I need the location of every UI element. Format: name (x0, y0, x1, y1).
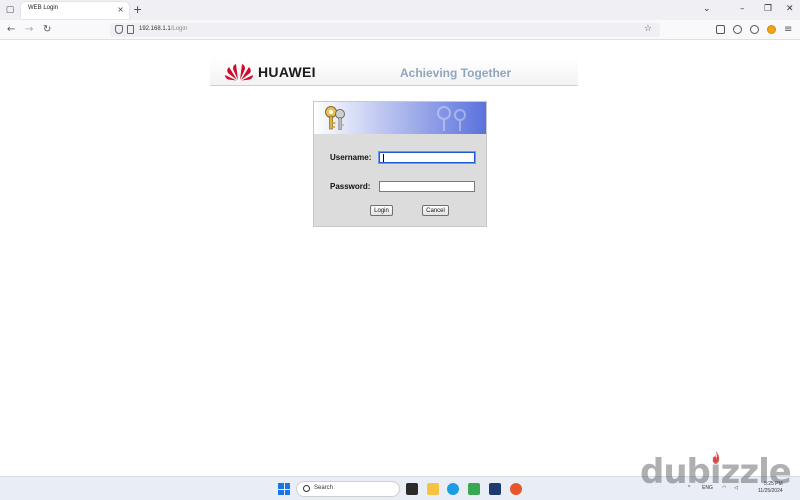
huawei-logo-icon (225, 64, 253, 81)
url-text[interactable]: 192.168.1.1/Login (139, 26, 187, 32)
task-view-icon[interactable] (406, 483, 418, 495)
app-icon[interactable] (489, 483, 501, 495)
shield-icon[interactable] (115, 25, 123, 34)
brand-tagline: Achieving Together (400, 66, 512, 80)
close-window-button[interactable]: ✕ (786, 3, 794, 15)
login-header (314, 102, 486, 134)
login-button[interactable]: Login (370, 205, 393, 216)
username-label: Username: (330, 153, 372, 162)
forward-icon[interactable]: → (25, 24, 33, 36)
menu-icon[interactable]: ≡ (784, 24, 792, 36)
tab-title: WEB Login (28, 5, 59, 11)
back-icon[interactable]: ← (7, 24, 15, 36)
file-explorer-icon[interactable] (427, 483, 439, 495)
brand-name: HUAWEI (258, 64, 316, 80)
text-caret (383, 154, 384, 162)
password-label: Password: (330, 182, 371, 191)
start-icon[interactable] (278, 483, 290, 495)
screen: ▢ WEB Login × + ⌄ – ❐ ✕ ← → ↻ 192.168.1.… (0, 0, 800, 500)
huawei-banner: HUAWEI Achieving Together (210, 58, 578, 86)
username-input[interactable] (379, 152, 475, 163)
new-tab-button[interactable]: + (133, 3, 142, 17)
password-input[interactable] (379, 181, 475, 192)
login-form: Username: Password: Login Cancel (313, 101, 487, 227)
page-info-icon[interactable] (127, 25, 134, 34)
minimize-button[interactable]: – (740, 3, 745, 15)
reload-icon[interactable]: ↻ (43, 24, 51, 36)
maximize-button[interactable]: ❐ (764, 3, 772, 15)
tab-overflow-icon[interactable]: ⌄ (703, 3, 711, 15)
firefox-icon[interactable] (510, 483, 522, 495)
keys-icon (325, 106, 345, 130)
browser-nav-bar: ← → ↻ 192.168.1.1/Login ☆ ≡ (0, 20, 800, 40)
pocket-icon[interactable] (716, 25, 725, 34)
account-icon[interactable] (733, 25, 742, 34)
keys-watermark-icon (437, 106, 466, 131)
extension-icon[interactable] (767, 25, 776, 34)
address-bar[interactable]: 192.168.1.1/Login ☆ (110, 23, 660, 37)
close-tab-icon[interactable]: × (117, 5, 124, 15)
browser-tab-bar: ▢ WEB Login × + ⌄ – ❐ ✕ (0, 0, 800, 20)
edge-icon[interactable] (447, 483, 459, 495)
tab-list-icon[interactable]: ▢ (4, 4, 16, 16)
taskbar-search[interactable]: Search (296, 481, 400, 497)
cancel-button[interactable]: Cancel (422, 205, 449, 216)
downloads-icon[interactable] (750, 25, 759, 34)
store-icon[interactable] (468, 483, 480, 495)
tab-web-login[interactable]: WEB Login × (21, 2, 129, 19)
search-icon (303, 485, 310, 492)
bookmark-star-icon[interactable]: ☆ (644, 24, 652, 34)
flame-icon (713, 451, 720, 464)
